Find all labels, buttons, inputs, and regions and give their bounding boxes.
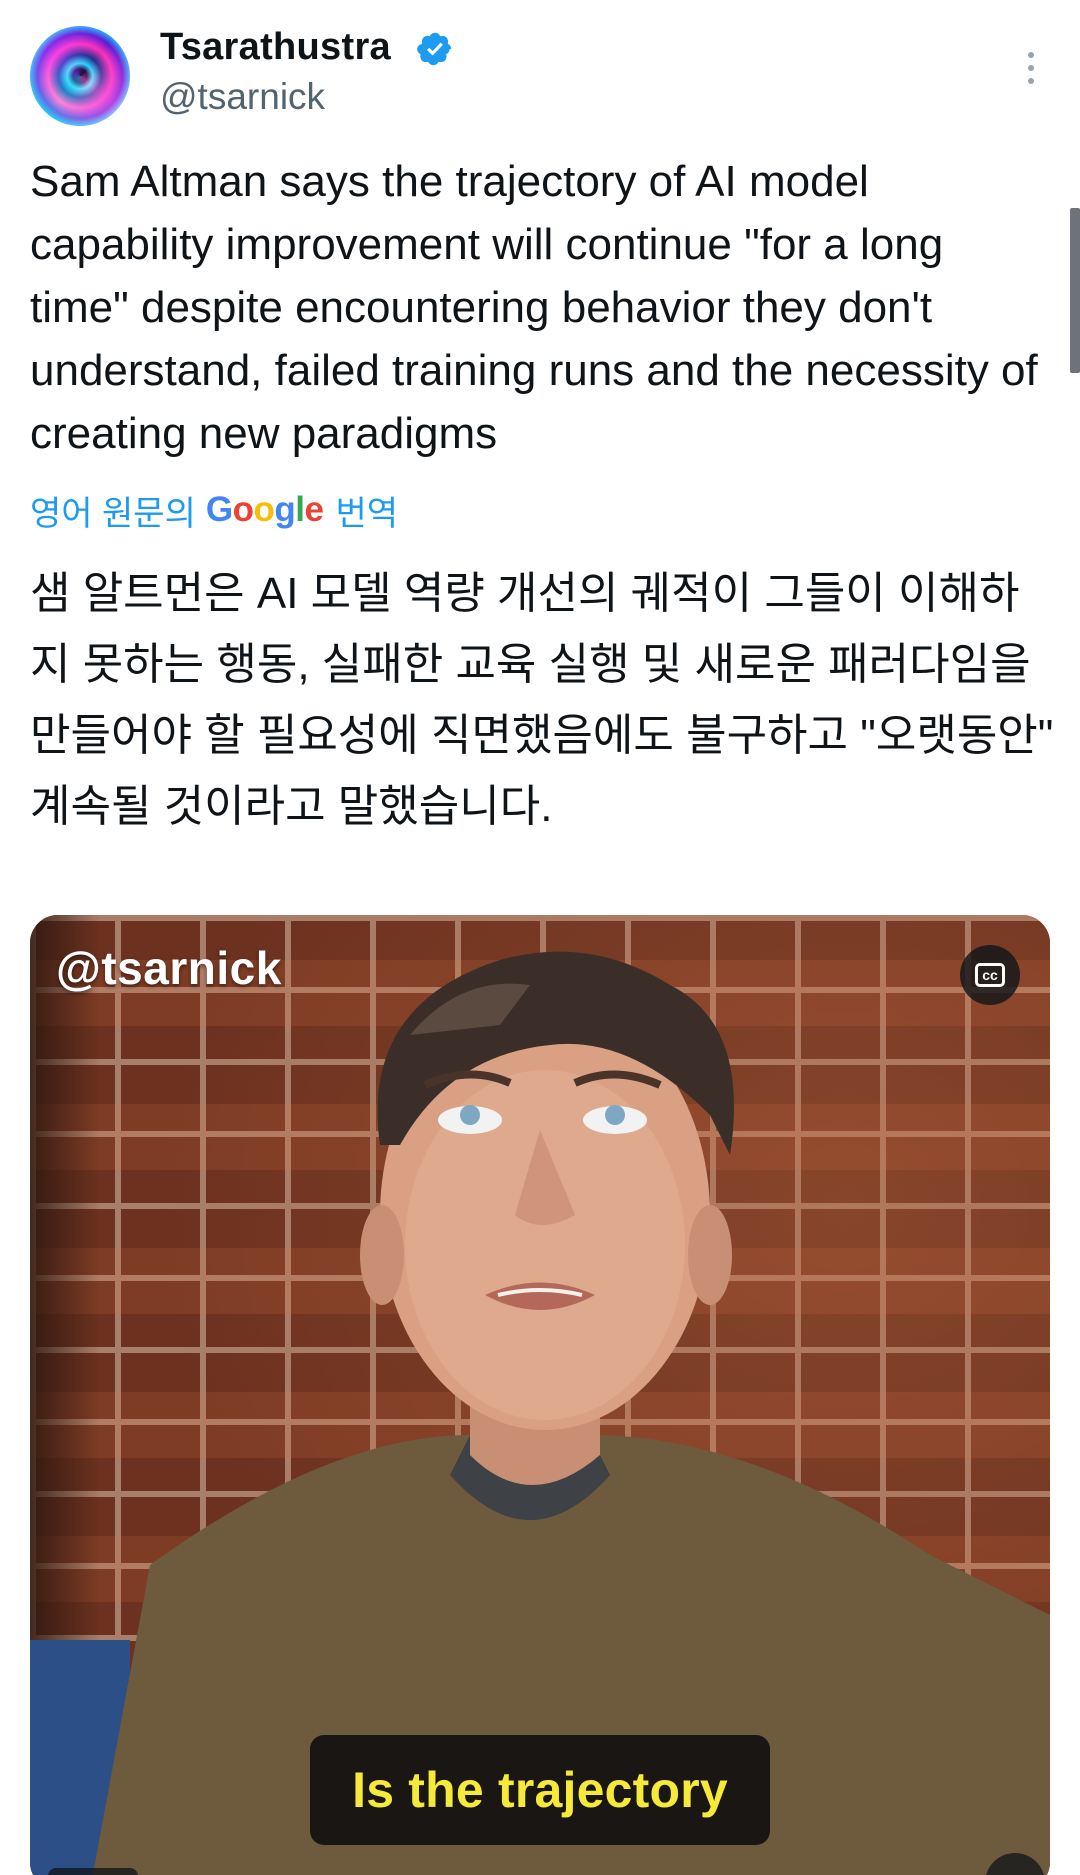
tweet-text: Sam Altman says the trajectory of AI mod… xyxy=(30,157,1038,458)
scrollbar[interactable] xyxy=(1070,208,1080,373)
translate-prefix: 영어 원문의 xyxy=(30,494,196,533)
closed-captions-icon[interactable]: cc xyxy=(960,945,1020,1005)
author-avatar[interactable] xyxy=(30,26,130,126)
video-watermark: @tsarnick xyxy=(56,942,282,994)
video-caption: Is the trajectory xyxy=(310,1735,770,1845)
translate-suffix: 번역 xyxy=(335,494,399,533)
more-vertical-icon[interactable] xyxy=(1010,48,1050,88)
translated-tweet-text: 샘 알트먼은 AI 모델 역량 개선의 궤적이 그들이 이해하지 못하는 행동,… xyxy=(30,569,1054,831)
google-logo: Google xyxy=(205,490,324,529)
cc-label: cc xyxy=(975,963,1005,987)
author-handle[interactable]: @tsarnick xyxy=(160,76,325,118)
translate-link[interactable]: 영어 원문의 Google 번역 xyxy=(30,485,398,535)
author-display-name[interactable]: Tsarathustra xyxy=(160,26,391,69)
tweet-header: Tsarathustra @tsarnick xyxy=(0,0,1080,140)
video-time-chip xyxy=(48,1868,138,1875)
video-frame-person xyxy=(92,951,1050,1875)
video-player[interactable]: @tsarnick cc Is the trajectory xyxy=(30,915,1050,1875)
verified-badge-icon xyxy=(417,32,452,66)
